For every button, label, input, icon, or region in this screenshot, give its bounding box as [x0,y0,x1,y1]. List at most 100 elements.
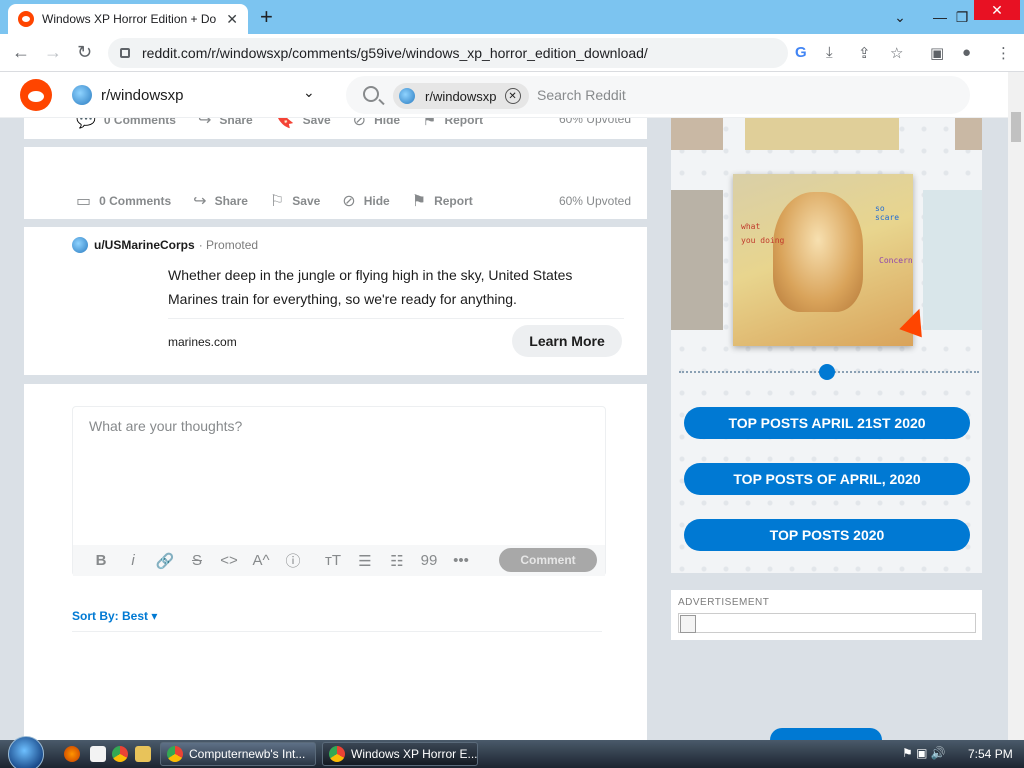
doge-meme-image[interactable]: what you doing so scare Concern [733,174,913,346]
comment-icon: ▭ [76,193,92,210]
chevron-down-icon[interactable]: ⌄ [303,84,315,101]
flag-icon: ⚑ [422,118,437,129]
share-icon: ↪ [193,193,207,210]
tab-close-icon[interactable]: ✕ [226,11,238,28]
share-icon[interactable]: ⇪ [858,44,871,62]
eye-slash-icon: ⊘ [342,193,356,210]
window-close-button[interactable]: ✕ [974,0,1020,20]
page-scrollbar[interactable] [1008,72,1024,740]
browser-toolbar: ← → ↻ reddit.com/r/windowsxp/comments/g5… [0,34,1024,72]
numbered-list-icon[interactable]: ☷ [381,552,413,570]
report-button[interactable]: ⚑ Report [422,118,483,130]
top-posts-year-button[interactable]: TOP POSTS 2020 [684,519,970,551]
learn-more-button[interactable]: Learn More [512,325,622,357]
save-button[interactable]: 🔖 Save [275,118,331,130]
inline-code-icon[interactable]: <> [213,552,245,569]
divider [72,631,602,632]
tab-search-icon[interactable]: ⌄ [880,0,920,34]
firefox-icon[interactable] [64,746,80,762]
top-posts-day-button[interactable]: TOP POSTS APRIL 21ST 2020 [684,407,970,439]
browser-tab-strip: Windows XP Horror Edition + Do ✕ + ⌄ — ❐… [0,0,1024,34]
promoted-domain[interactable]: marines.com [168,335,237,349]
bookmark-icon: ⚐ [269,193,285,210]
broken-image-icon[interactable] [678,613,976,633]
carousel-handle[interactable] [819,364,835,380]
install-icon[interactable]: ⤓ [826,44,833,61]
carousel-next-image[interactable] [923,190,982,330]
chrome-icon [329,746,345,762]
share-button[interactable]: ↪ Share [198,118,253,130]
promoted-author: u/USMarineCorps · Promoted [72,237,258,253]
search-bar[interactable]: r/windowsxp ✕ Search Reddit [346,76,970,114]
save-button[interactable]: ⚐ Save [270,191,320,211]
upvote-ratio: 60% Upvoted [558,118,631,126]
reddit-logo-icon[interactable] [20,79,52,111]
promoted-text[interactable]: Whether deep in the jungle or flying hig… [168,263,618,311]
meme-text: you doing [741,236,785,245]
advertisement-box: ADVERTISEMENT [671,590,982,640]
top-posts-month-button[interactable]: TOP POSTS OF APRIL, 2020 [684,463,970,495]
meme-text: what [741,222,761,231]
spoiler-icon[interactable]: ⓘ [277,550,309,571]
search-icon [363,86,379,102]
heading-icon[interactable]: тT [317,552,349,569]
taskbar-item[interactable]: Computernewb's Int... [160,742,316,766]
promoted-card: u/USMarineCorps · Promoted Whether deep … [24,227,647,375]
forward-arrow-icon[interactable]: → [44,42,62,63]
more-options-icon[interactable]: ••• [445,552,477,569]
bold-icon[interactable]: B [85,552,117,569]
link-icon[interactable]: 🔗 [149,552,181,570]
carousel-thumb [745,118,899,150]
clock[interactable]: 7:54 PM [968,747,1013,761]
share-button[interactable]: ↪ Share [193,191,248,211]
address-bar[interactable]: reddit.com/r/windowsxp/comments/g59ive/w… [108,38,788,68]
subreddit-globe-icon [399,88,415,104]
profile-icon[interactable]: ● [962,44,971,61]
eye-slash-icon: ⊘ [352,118,367,129]
system-tray-icons[interactable]: ⚑ ▣ 🔊 [902,746,946,760]
folder-icon[interactable] [135,746,151,762]
strikethrough-icon[interactable]: S [181,552,213,569]
side-panel-icon[interactable]: ▣ [930,44,944,62]
quote-icon[interactable]: 99 [413,552,445,569]
comments-button[interactable]: ▭ 0 Comments [76,191,171,211]
browser-tab[interactable]: Windows XP Horror Edition + Do ✕ [8,4,248,34]
taskbar-item-active[interactable]: Windows XP Horror E... [322,742,478,766]
flag-icon: ⚑ [411,193,427,210]
italic-icon[interactable]: i [117,552,149,569]
new-tab-button[interactable]: + [260,4,273,30]
reload-icon[interactable]: ↻ [77,42,92,63]
clear-chip-icon[interactable]: ✕ [504,88,521,104]
hide-button[interactable]: ⊘ Hide [342,191,389,211]
superscript-icon[interactable]: A^ [245,552,277,569]
hide-button[interactable]: ⊘ Hide [353,118,400,130]
carousel-prev-image[interactable] [671,190,723,330]
reddit-header: r/windowsxp ⌄ r/windowsxp ✕ Search Reddi… [0,72,1008,118]
comments-button[interactable]: 💬 0 Comments [76,118,176,130]
comment-submit-button[interactable]: Comment [499,548,597,572]
tab-title: Windows XP Horror Edition + Do [42,12,217,26]
promoted-tag: · Promoted [198,238,259,252]
scrollbar-thumb[interactable] [1011,112,1021,142]
bulleted-list-icon[interactable]: ☰ [349,552,381,570]
subreddit-name[interactable]: r/windowsxp [101,87,184,104]
back-arrow-icon[interactable]: ← [12,42,30,63]
search-scope-chip[interactable]: r/windowsxp ✕ [393,83,529,109]
reddit-favicon-icon [18,11,34,27]
comment-section: What are your thoughts? B i 🔗 S <> A^ ⓘ … [24,384,647,740]
sort-dropdown[interactable]: Sort By: Best ▾ [72,609,157,623]
bookmark-star-icon[interactable]: ☆ [890,44,903,62]
comment-editor[interactable]: What are your thoughts? B i 🔗 S <> A^ ⓘ … [72,406,606,576]
start-button-icon[interactable] [8,736,44,768]
document-icon[interactable] [90,746,106,762]
search-input[interactable]: Search Reddit [537,87,626,103]
google-icon[interactable]: G [795,44,807,61]
promoted-username[interactable]: u/USMarineCorps [94,238,195,252]
menu-kebab-icon[interactable]: ⋮ [996,44,1011,62]
report-button[interactable]: ⚑ Report [412,191,473,211]
divider [168,318,624,319]
comment-input[interactable]: What are your thoughts? [89,418,242,434]
post-actions: ▭ 0 Comments ↪ Share ⚐ Save ⊘ Hide ⚑ Report [76,191,495,211]
chrome-icon[interactable] [112,746,128,762]
comment-icon: 💬 [76,118,96,129]
